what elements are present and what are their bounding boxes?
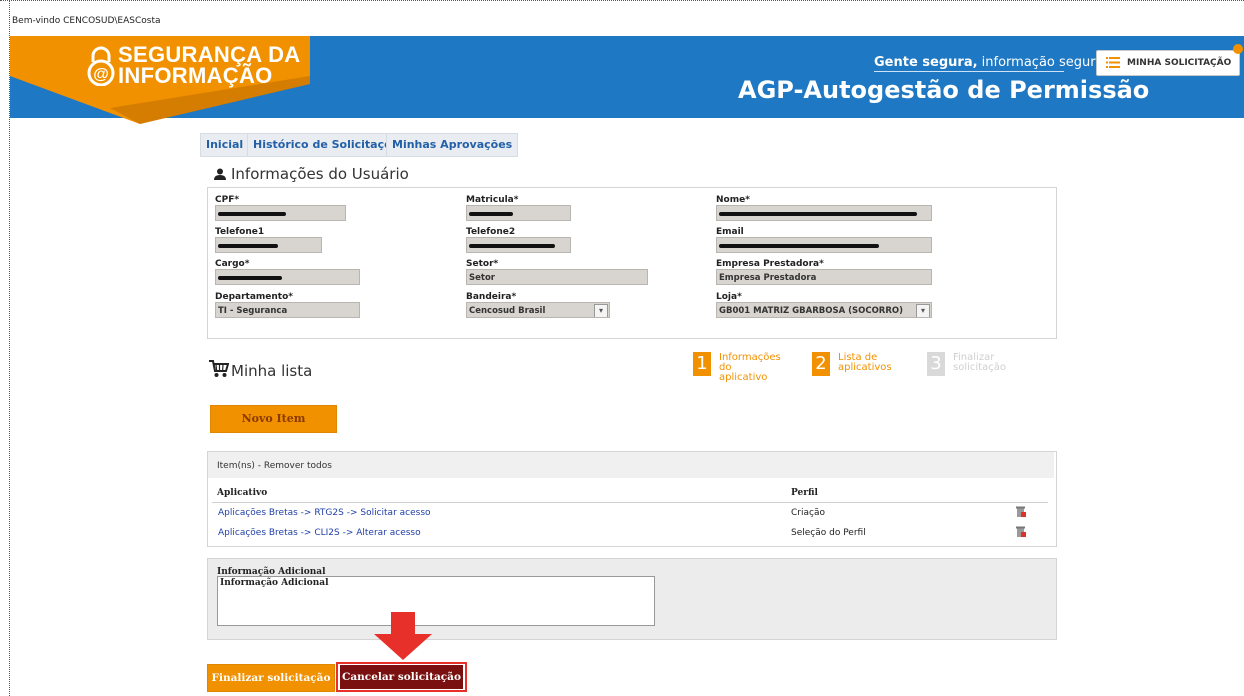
step-1-number: 1 bbox=[693, 352, 711, 376]
step-2-label: Lista de aplicativos bbox=[838, 353, 892, 373]
redaction-mark bbox=[719, 244, 879, 248]
padlock-at-icon: @ bbox=[87, 46, 115, 86]
cart-icon bbox=[209, 360, 229, 377]
item-row-2-perfil: Seleção do Perfil bbox=[791, 528, 866, 538]
redaction-mark bbox=[218, 244, 278, 248]
cargo-label: Cargo* bbox=[215, 259, 250, 269]
step-3-label: Finalizar solicitação bbox=[953, 353, 1006, 373]
minha-solicitacao-button[interactable]: MINHA SOLICITAÇÃO bbox=[1096, 50, 1240, 76]
matricula-field[interactable] bbox=[466, 205, 571, 221]
redaction-mark bbox=[218, 212, 286, 216]
item-row-1-app[interactable]: Aplicações Bretas -> RTG2S -> Solicitar … bbox=[218, 508, 431, 518]
telefone2-label: Telefone2 bbox=[466, 227, 516, 237]
minha-lista-title: Minha lista bbox=[231, 362, 313, 380]
logo-line1: SEGURANÇA DA bbox=[118, 42, 301, 67]
top-bar bbox=[10, 6, 1244, 36]
app-title: AGP-Autogestão de Permissão bbox=[738, 76, 1150, 104]
cpf-label: CPF* bbox=[215, 195, 240, 205]
telefone1-field[interactable] bbox=[215, 237, 322, 253]
item-row-2-app[interactable]: Aplicações Bretas -> CLI2S -> Alterar ac… bbox=[218, 528, 421, 538]
tagline-rest: informação segura bbox=[977, 55, 1104, 70]
logo-text: SEGURANÇA DA INFORMAÇÃO bbox=[118, 42, 301, 88]
nome-field[interactable] bbox=[716, 205, 932, 221]
list-icon bbox=[1106, 57, 1120, 68]
item-row-1-perfil: Criação bbox=[791, 508, 825, 518]
remove-all-link[interactable]: Item(ns) - Remover todos bbox=[217, 461, 332, 471]
chevron-down-icon[interactable]: ▾ bbox=[916, 304, 930, 317]
email-field[interactable] bbox=[716, 237, 932, 253]
matricula-label: Matricula* bbox=[466, 195, 519, 205]
tagline-divider bbox=[874, 71, 1064, 72]
bandeira-label: Bandeira* bbox=[466, 292, 517, 302]
minha-solicitacao-label: MINHA SOLICITAÇÃO bbox=[1127, 58, 1232, 68]
nav-minhas-aprovacoes[interactable]: Minhas Aprovações bbox=[386, 133, 519, 157]
step-1-line2: do aplicativo bbox=[719, 362, 768, 383]
departamento-label: Departamento* bbox=[215, 292, 293, 302]
logo-line2: INFORMAÇÃO bbox=[118, 63, 273, 88]
col-aplicativo: Aplicativo bbox=[217, 488, 268, 498]
redaction-mark bbox=[469, 244, 555, 248]
bandeira-value: Cencosud Brasil bbox=[469, 306, 546, 316]
step-2-number: 2 bbox=[812, 352, 830, 376]
step-1-label: Informações do aplicativo bbox=[719, 353, 781, 383]
telefone2-field[interactable] bbox=[466, 237, 571, 253]
setor-field[interactable]: Setor bbox=[466, 269, 648, 285]
cancelar-solicitacao-button[interactable]: Cancelar solicitação bbox=[340, 665, 463, 689]
delete-icon[interactable] bbox=[1016, 506, 1026, 517]
loja-label: Loja* bbox=[716, 292, 742, 302]
novo-item-button[interactable]: Novo Item bbox=[210, 405, 337, 433]
chevron-down-icon[interactable]: ▾ bbox=[594, 304, 608, 317]
cpf-field[interactable] bbox=[215, 205, 346, 221]
finalizar-solicitacao-button[interactable]: Finalizar solicitação bbox=[207, 664, 335, 692]
user-icon bbox=[214, 168, 226, 180]
welcome-text: Bem-vindo CENCOSUD\EASCosta bbox=[12, 16, 161, 26]
notification-badge bbox=[1233, 44, 1243, 54]
tagline-bold: Gente segura, bbox=[874, 55, 978, 70]
additional-info-textarea[interactable]: Informação Adicional bbox=[217, 576, 655, 626]
redaction-mark bbox=[469, 212, 513, 216]
redaction-mark bbox=[218, 276, 282, 280]
departamento-field[interactable]: TI - Seguranca bbox=[215, 302, 360, 318]
items-header: Item(ns) - Remover todos bbox=[208, 452, 1054, 478]
empresa-label: Empresa Prestadora* bbox=[716, 259, 824, 269]
telefone1-label: Telefone1 bbox=[215, 227, 265, 237]
step-3-line2: solicitação bbox=[953, 362, 1006, 373]
email-label: Email bbox=[716, 227, 744, 237]
step-2-line2: aplicativos bbox=[838, 362, 892, 373]
nav-inicial[interactable]: Inicial bbox=[200, 133, 250, 157]
step-3-number: 3 bbox=[927, 352, 945, 376]
loja-value: GB001 MATRIZ GBARBOSA (SOCORRO) bbox=[719, 306, 904, 316]
empresa-field[interactable]: Empresa Prestadora bbox=[716, 269, 932, 285]
header-divider bbox=[212, 502, 1048, 503]
svg-text:@: @ bbox=[93, 66, 109, 83]
setor-label: Setor* bbox=[466, 259, 499, 269]
cargo-field[interactable] bbox=[215, 269, 360, 285]
tagline: Gente segura, informação segura bbox=[874, 55, 1104, 70]
arrow-down-icon bbox=[374, 612, 432, 660]
bandeira-select[interactable]: Cencosud Brasil ▾ bbox=[466, 302, 610, 318]
loja-select[interactable]: GB001 MATRIZ GBARBOSA (SOCORRO) ▾ bbox=[716, 302, 932, 318]
col-perfil: Perfil bbox=[791, 488, 818, 498]
user-section-title: Informações do Usuário bbox=[231, 165, 409, 183]
redaction-mark bbox=[719, 212, 917, 216]
nome-label: Nome* bbox=[716, 195, 750, 205]
delete-icon[interactable] bbox=[1016, 526, 1026, 537]
